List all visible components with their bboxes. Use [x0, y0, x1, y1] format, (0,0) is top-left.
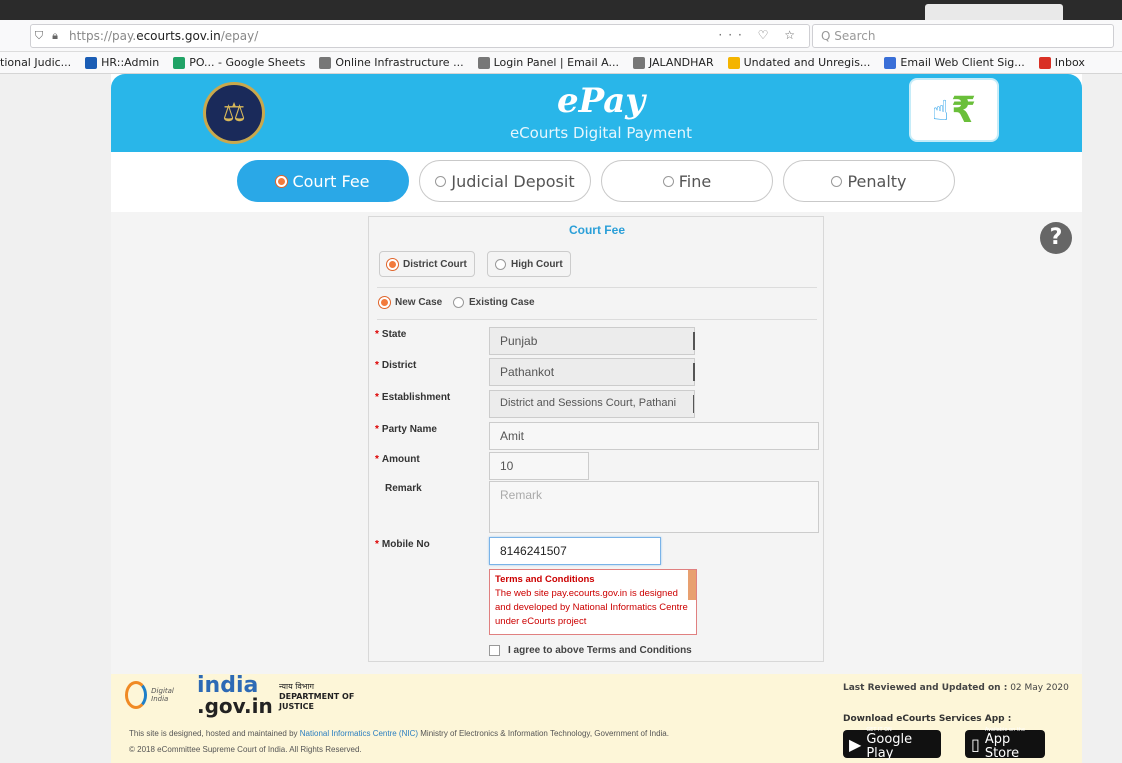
new-case-option[interactable]: New Case [379, 297, 442, 308]
bookmark-icon [727, 56, 740, 69]
footer-credit: This site is designed, hosted and mainta… [129, 729, 669, 738]
amount-label: * Amount [375, 454, 420, 465]
bookmarks-bar: tional Judic... HR::Admin PO... - Google S… [0, 52, 1122, 74]
divider [377, 287, 817, 288]
last-reviewed: Last Reviewed and Updated on : 02 May 20… [843, 683, 1069, 693]
bookmark-item[interactable]: Online Infrastructure ... [319, 56, 464, 69]
radio-icon [276, 175, 288, 187]
shield-icon: ⛉ [34, 29, 44, 42]
dropdown-arrow-icon [689, 332, 695, 350]
bookmark-item[interactable]: JALANDHAR [632, 56, 714, 69]
court-fee-form: Court Fee District Court High Court New … [368, 216, 824, 662]
terms-text: The web site pay.ecourts.gov.in is desig… [495, 588, 688, 627]
browser-toolbar: ⛉ 🔒︎ https://pay.ecourts.gov.in/epay/ ··… [0, 20, 1122, 52]
browser-search-input[interactable]: Q Search [812, 24, 1114, 48]
form-title: Court Fee [568, 223, 625, 237]
radio-icon [495, 258, 506, 270]
lock-icon: 🔒︎ [52, 29, 58, 42]
remark-textarea[interactable]: Remark [489, 481, 819, 533]
department-of-justice-logo: न्याय विभाग DEPARTMENT OF JUSTICE [279, 682, 355, 711]
nic-link[interactable]: National Informatics Centre (NIC) [300, 729, 418, 738]
district-select[interactable]: Pathankot [489, 358, 695, 386]
radio-icon [453, 297, 464, 308]
google-play-icon: ▶ [849, 734, 862, 754]
terms-box[interactable]: Terms and Conditions The web site pay.ec… [489, 569, 697, 635]
bookmark-item[interactable]: Login Panel | Email A... [477, 56, 619, 69]
site-header: ⚖ ePay eCourts Digital Payment ☝ ₹ [111, 74, 1082, 152]
tab-penalty[interactable]: Penalty [783, 160, 955, 202]
address-bar[interactable]: ⛉ 🔒︎ https://pay.ecourts.gov.in/epay/ ··… [30, 24, 810, 48]
page-actions-icon[interactable]: ··· ♡ ☆ [718, 28, 801, 42]
radio-icon [379, 297, 390, 308]
dropdown-arrow-icon [689, 363, 695, 381]
mobile-input[interactable]: 8146241507 [489, 537, 661, 565]
browser-active-tab[interactable] [925, 4, 1063, 20]
agree-terms[interactable]: I agree to above Terms and Conditions [489, 645, 692, 656]
footer-text: This site is designed, hosted and mainta… [129, 726, 849, 758]
dropdown-arrow-icon [689, 395, 694, 413]
help-icon[interactable]: ? [1040, 222, 1072, 254]
bookmark-icon [319, 56, 332, 69]
mobile-label: * Mobile No [375, 539, 430, 550]
court-emblem-icon: ⚖ [203, 82, 265, 144]
district-court-option[interactable]: District Court [379, 251, 475, 277]
tab-judicial-deposit[interactable]: Judicial Deposit [419, 160, 591, 202]
bookmark-icon [1038, 56, 1051, 69]
bookmark-item[interactable]: Inbox [1038, 56, 1085, 69]
download-app-label: Download eCourts Services App : [843, 714, 1012, 724]
bookmark-item[interactable]: HR::Admin [85, 56, 159, 69]
radio-icon [435, 175, 447, 187]
high-court-option[interactable]: High Court [487, 251, 571, 277]
screen: ⛉ 🔒︎ https://pay.ecourts.gov.in/epay/ ··… [0, 0, 1122, 763]
tab-court-fee[interactable]: Court Fee [237, 160, 409, 202]
bookmark-icon [477, 56, 490, 69]
radio-icon [387, 258, 398, 270]
site-footer: Digital India india .gov.in न्याय विभाग … [111, 674, 1082, 763]
site-subtitle: eCourts Digital Payment [509, 124, 693, 142]
party-name-label: * Party Name [375, 424, 437, 435]
payment-icon: ☝ ₹ [909, 78, 999, 142]
payment-type-tabs: Court Fee Judicial Deposit Fine Penalty [111, 152, 1082, 212]
bookmark-icon [173, 56, 186, 69]
bookmark-icon [85, 56, 98, 69]
brand: ePay eCourts Digital Payment [501, 82, 701, 142]
footer-copyright: © 2018 eCommittee Supreme Court of India… [129, 745, 362, 754]
epay-page: ⚖ ePay eCourts Digital Payment ☝ ₹ Court… [111, 74, 1082, 763]
radio-icon [831, 175, 843, 187]
district-label: * District [375, 360, 417, 371]
digital-india-swirl-icon [125, 681, 148, 709]
main-content: ? Court Fee District Court High Court Ne… [111, 212, 1082, 674]
url-text: https://pay.ecourts.gov.in/epay/ [69, 29, 259, 43]
divider [377, 319, 817, 320]
terms-title: Terms and Conditions [495, 574, 595, 585]
state-select[interactable]: Punjab [489, 327, 695, 355]
existing-case-option[interactable]: Existing Case [453, 297, 535, 308]
india-gov-logo: india .gov.in [197, 673, 273, 718]
rupee-icon: ₹ [951, 89, 977, 131]
establishment-select[interactable]: District and Sessions Court, Pathani [489, 390, 695, 418]
amount-input[interactable]: 10 [489, 452, 589, 480]
agree-checkbox[interactable] [489, 645, 500, 656]
app-store-button[interactable]: ▯ Available on the App Store [965, 727, 1045, 761]
remark-label: Remark [385, 483, 422, 494]
browser-tab-strip [0, 0, 1122, 20]
bookmark-item[interactable]: Undated and Unregis... [727, 56, 870, 69]
apple-icon: ▯ [971, 734, 980, 754]
bookmark-icon [632, 56, 645, 69]
radio-icon [662, 175, 674, 187]
establishment-label: * Establishment [375, 392, 451, 403]
bookmark-item[interactable]: Email Web Client Sig... [884, 56, 1025, 69]
tab-fine[interactable]: Fine [601, 160, 773, 202]
google-play-button[interactable]: ▶ GET IT ON Google Play [843, 727, 941, 761]
hand-tap-icon: ☝ [931, 93, 949, 127]
party-name-input[interactable]: Amit [489, 422, 819, 450]
bookmark-icon [884, 56, 897, 69]
agree-label: I agree to above Terms and Conditions [508, 645, 692, 656]
bookmark-item[interactable]: PO... - Google Sheets [173, 56, 305, 69]
bookmark-item[interactable]: tional Judic... [0, 56, 71, 69]
terms-scrollbar[interactable] [688, 570, 696, 600]
state-label: * State [375, 329, 407, 340]
site-title: ePay [556, 81, 646, 121]
digital-india-logo: Digital India [125, 680, 189, 710]
